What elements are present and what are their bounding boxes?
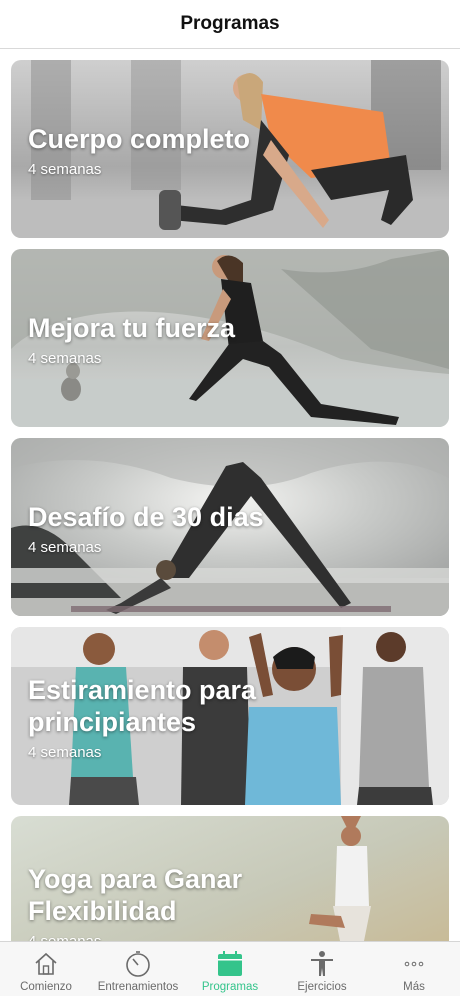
program-text: Yoga para Ganar Flexibilidad 4 semanas (28, 863, 328, 941)
program-duration: 4 semanas (28, 161, 102, 178)
program-card-30-day-challenge[interactable]: Desafío de 30 dias 4 semanas (11, 438, 449, 616)
tab-label: Entrenamientos (97, 981, 179, 993)
program-duration: 4 semanas (28, 744, 102, 761)
program-title: Mejora tu fuerza (28, 313, 236, 343)
page-title: Programas (180, 13, 280, 34)
program-duration: 4 semanas (28, 933, 328, 941)
top-header: Programas (0, 0, 460, 49)
tab-comienzo[interactable]: Comienzo (0, 942, 92, 996)
program-duration: 4 semanas (28, 350, 102, 367)
person-icon (307, 949, 337, 979)
tab-label: Más (403, 981, 425, 993)
bottom-tab-bar: Comienzo Entrenamientos Programas Ejerci… (0, 941, 460, 996)
home-icon (31, 949, 61, 979)
program-card-yoga-flexibility[interactable]: Yoga para Ganar Flexibilidad 4 semanas (11, 816, 449, 941)
program-text: Desafío de 30 dias 4 semanas (28, 501, 264, 556)
tab-label: Programas (201, 981, 259, 993)
program-title: Yoga para Ganar Flexibilidad (28, 864, 243, 926)
program-duration: 4 semanas (28, 539, 102, 556)
program-card-strength[interactable]: Mejora tu fuerza 4 semanas (11, 249, 449, 427)
more-dots-icon (399, 949, 429, 979)
tab-programas[interactable]: Programas (184, 942, 276, 996)
tab-label: Comienzo (20, 981, 72, 993)
tab-mas[interactable]: Más (368, 942, 460, 996)
program-title: Desafío de 30 dias (28, 502, 264, 532)
program-card-full-body[interactable]: Cuerpo completo 4 semanas (11, 60, 449, 238)
program-title: Estiramiento para principiantes (28, 675, 257, 737)
calendar-icon (215, 949, 245, 979)
program-card-beginner-stretching[interactable]: Estiramiento para principiantes 4 semana… (11, 627, 449, 805)
tab-ejercicios[interactable]: Ejercicios (276, 942, 368, 996)
program-title: Cuerpo completo (28, 124, 251, 154)
tab-entrenamientos[interactable]: Entrenamientos (92, 942, 184, 996)
program-text: Mejora tu fuerza 4 semanas (28, 312, 235, 367)
program-list[interactable]: Cuerpo completo 4 semanas Mejora tu fuer… (0, 49, 460, 941)
program-text: Cuerpo completo 4 semanas (28, 123, 250, 178)
program-text: Estiramiento para principiantes 4 semana… (28, 674, 328, 761)
stopwatch-icon (123, 949, 153, 979)
tab-label: Ejercicios (297, 981, 347, 993)
